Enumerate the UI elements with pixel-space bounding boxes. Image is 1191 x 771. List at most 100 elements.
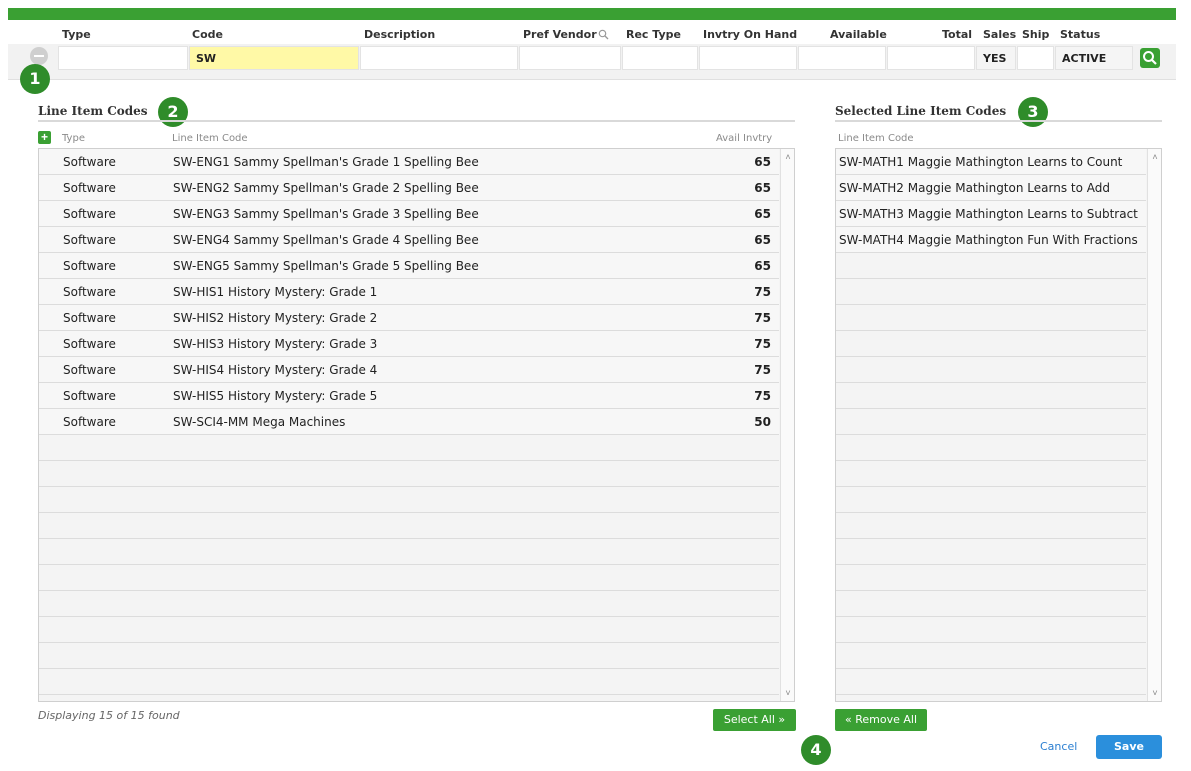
callout-badge-1: 1 xyxy=(20,64,50,94)
empty-row xyxy=(39,513,779,539)
row-line-item-code: SW-MATH1 Maggie Mathington Learns to Cou… xyxy=(839,155,1123,169)
left-section-divider xyxy=(38,120,795,122)
row-line-item-code: SW-HIS2 History Mystery: Grade 2 xyxy=(173,311,378,325)
filter-header-code: Code xyxy=(192,28,223,41)
row-line-item-code: SW-HIS5 History Mystery: Grade 5 xyxy=(173,389,378,403)
filter-ship-select[interactable] xyxy=(1017,46,1054,70)
empty-row xyxy=(836,669,1146,695)
filter-total-input[interactable] xyxy=(887,46,975,70)
filter-header-description: Description xyxy=(364,28,436,41)
left-col-type-header: Type xyxy=(62,133,85,144)
row-type: Software xyxy=(63,155,116,169)
cancel-button[interactable]: Cancel xyxy=(1040,740,1077,753)
row-line-item-code: SW-MATH2 Maggie Mathington Learns to Add xyxy=(839,181,1110,195)
row-line-item-code: SW-ENG5 Sammy Spellman's Grade 5 Spellin… xyxy=(173,259,479,273)
table-row[interactable]: Software SW-ENG4 Sammy Spellman's Grade 4… xyxy=(39,227,779,253)
filter-pref-vendor-input[interactable] xyxy=(519,46,621,70)
filter-header-rec-type: Rec Type xyxy=(626,28,681,41)
row-line-item-code: SW-ENG4 Sammy Spellman's Grade 4 Spellin… xyxy=(173,233,479,247)
empty-row xyxy=(836,513,1146,539)
filter-row: SW YES ACTIVE xyxy=(8,44,1176,80)
table-row[interactable]: Software SW-HIS1 History Mystery: Grade 1… xyxy=(39,279,779,305)
row-type: Software xyxy=(63,389,116,403)
empty-row xyxy=(39,565,779,591)
remove-all-button[interactable]: « Remove All xyxy=(835,709,927,731)
filter-description-input[interactable] xyxy=(360,46,518,70)
empty-row xyxy=(836,409,1146,435)
filter-code-input[interactable]: SW xyxy=(189,46,359,70)
row-line-item-code: SW-MATH4 Maggie Mathington Fun With Frac… xyxy=(839,233,1138,247)
scroll-up-icon[interactable]: ˄ xyxy=(781,151,794,163)
row-avail-invtry: 75 xyxy=(754,363,771,377)
row-line-item-code: SW-SCI4-MM Mega Machines xyxy=(173,415,346,429)
line-item-codes-title: Line Item Codes xyxy=(38,104,148,118)
empty-row xyxy=(836,617,1146,643)
filter-rec-type-input[interactable] xyxy=(622,46,698,70)
row-avail-invtry: 75 xyxy=(754,389,771,403)
selected-line-item-codes-title: Selected Line Item Codes xyxy=(835,104,1007,118)
filter-search-button[interactable] xyxy=(1140,48,1160,68)
filter-status-select[interactable]: ACTIVE xyxy=(1055,46,1133,70)
empty-row xyxy=(39,591,779,617)
right-col-code-header: Line Item Code xyxy=(838,133,914,144)
row-type: Software xyxy=(63,207,116,221)
empty-row xyxy=(836,331,1146,357)
row-avail-invtry: 75 xyxy=(754,337,771,351)
table-row[interactable]: Software SW-SCI4-MM Mega Machines 50 xyxy=(39,409,779,435)
scroll-down-icon[interactable]: ˅ xyxy=(781,687,794,699)
empty-row xyxy=(836,357,1146,383)
empty-row xyxy=(39,695,779,701)
filter-invtry-on-hand-input[interactable] xyxy=(699,46,797,70)
table-row[interactable]: SW-MATH1 Maggie Mathington Learns to Cou… xyxy=(836,149,1146,175)
row-line-item-code: SW-HIS3 History Mystery: Grade 3 xyxy=(173,337,378,351)
vendor-search-icon[interactable] xyxy=(598,29,609,40)
scroll-down-icon[interactable]: ˅ xyxy=(1148,687,1161,699)
callout-badge-3: 3 xyxy=(1018,97,1048,127)
table-row[interactable]: Software SW-ENG1 Sammy Spellman's Grade 1… xyxy=(39,149,779,175)
table-row[interactable]: Software SW-HIS4 History Mystery: Grade 4… xyxy=(39,357,779,383)
row-avail-invtry: 65 xyxy=(754,207,771,221)
filter-header-status: Status xyxy=(1060,28,1101,41)
empty-row xyxy=(836,487,1146,513)
filter-header-sales: Sales xyxy=(983,28,1017,41)
filter-header-ship: Ship xyxy=(1022,28,1050,41)
row-type: Software xyxy=(63,311,116,325)
empty-row xyxy=(836,461,1146,487)
filter-type-input[interactable] xyxy=(58,46,188,70)
filter-header-invtry-on-hand: Invtry On Hand xyxy=(703,28,798,41)
row-type: Software xyxy=(63,415,116,429)
top-accent-bar xyxy=(8,8,1176,20)
empty-row xyxy=(836,591,1146,617)
filter-header-total: Total xyxy=(942,28,973,41)
table-row[interactable]: Software SW-ENG5 Sammy Spellman's Grade 5… xyxy=(39,253,779,279)
filter-header: Type Code Description Pref Vendor Rec Ty… xyxy=(0,28,1191,44)
table-row[interactable]: SW-MATH4 Maggie Mathington Fun With Frac… xyxy=(836,227,1146,253)
left-col-code-header: Line Item Code xyxy=(172,133,248,144)
empty-row xyxy=(836,305,1146,331)
table-row[interactable]: SW-MATH3 Maggie Mathington Learns to Sub… xyxy=(836,201,1146,227)
row-avail-invtry: 50 xyxy=(754,415,771,429)
line-item-codes-grid: Software SW-ENG1 Sammy Spellman's Grade 1… xyxy=(38,148,795,702)
vertical-scrollbar[interactable]: ˄ ˅ xyxy=(1147,149,1161,701)
filter-sales-select[interactable]: YES xyxy=(976,46,1016,70)
table-row[interactable]: Software SW-ENG3 Sammy Spellman's Grade 3… xyxy=(39,201,779,227)
table-row[interactable]: Software SW-ENG2 Sammy Spellman's Grade 2… xyxy=(39,175,779,201)
filter-available-input[interactable] xyxy=(798,46,886,70)
empty-row xyxy=(836,643,1146,669)
row-avail-invtry: 65 xyxy=(754,181,771,195)
empty-row xyxy=(836,435,1146,461)
vertical-scrollbar[interactable]: ˄ ˅ xyxy=(780,149,794,701)
empty-row xyxy=(836,695,1146,701)
select-all-button[interactable]: Select All » xyxy=(713,709,796,731)
row-line-item-code: SW-ENG1 Sammy Spellman's Grade 1 Spellin… xyxy=(173,155,479,169)
right-section-divider xyxy=(835,120,1162,122)
minus-circle-icon[interactable] xyxy=(30,47,48,65)
table-row[interactable]: SW-MATH2 Maggie Mathington Learns to Add xyxy=(836,175,1146,201)
scroll-up-icon[interactable]: ˄ xyxy=(1148,151,1161,163)
table-row[interactable]: Software SW-HIS3 History Mystery: Grade 3… xyxy=(39,331,779,357)
save-button[interactable]: Save xyxy=(1096,735,1162,759)
plus-icon[interactable]: + xyxy=(38,131,51,144)
empty-row xyxy=(836,279,1146,305)
table-row[interactable]: Software SW-HIS5 History Mystery: Grade 5… xyxy=(39,383,779,409)
table-row[interactable]: Software SW-HIS2 History Mystery: Grade 2… xyxy=(39,305,779,331)
